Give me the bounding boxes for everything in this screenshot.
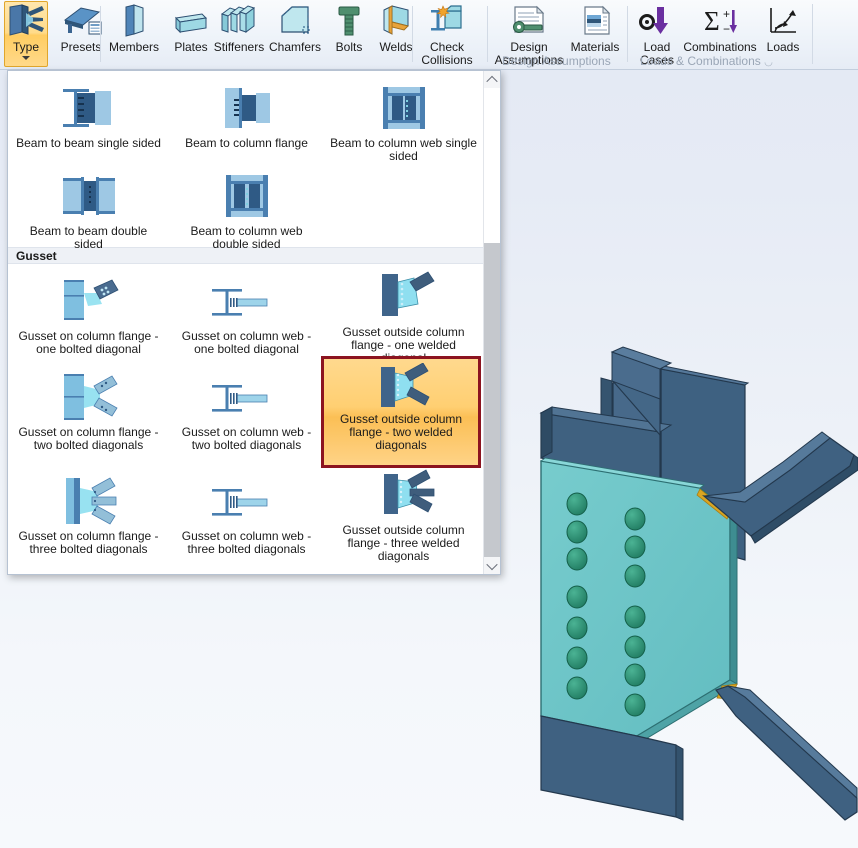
gallery-item-label: Gusset on column flange - two bolted dia… bbox=[18, 425, 159, 453]
connection-type-gallery-dropdown[interactable]: Beam to beam single sided Beam to column… bbox=[7, 70, 501, 575]
check-collisions-icon bbox=[425, 2, 469, 38]
svg-text:−: − bbox=[723, 22, 730, 36]
gallery-item-label: Gusset on column web - one bolted diagon… bbox=[181, 329, 312, 357]
ribbon-label-loads: Loads bbox=[766, 40, 800, 54]
load-cases-icon bbox=[636, 2, 678, 38]
gallery-item-label: Gusset outside column flange - three wel… bbox=[342, 523, 465, 564]
chevron-down-icon[interactable] bbox=[22, 55, 30, 60]
stiffeners-icon bbox=[218, 2, 260, 38]
materials-icon bbox=[575, 2, 615, 38]
gusset-column-web-one-bolted-icon bbox=[204, 274, 290, 328]
gallery-item-gusset-column-web-one-bolted[interactable]: Gusset on column web - one bolted diagon… bbox=[171, 268, 322, 356]
gusset-column-web-two-bolted-icon bbox=[204, 370, 290, 424]
ribbon-separator bbox=[100, 6, 101, 62]
scroll-down-button[interactable] bbox=[484, 557, 500, 574]
gallery-item-label: Gusset on column web - two bolted diagon… bbox=[181, 425, 312, 453]
ribbon-button-members[interactable]: Members bbox=[103, 2, 165, 66]
gallery-item-gusset-outside-flange-three-welded[interactable]: Gusset outside column flange - three wel… bbox=[328, 462, 479, 564]
chamfers-icon bbox=[276, 2, 314, 38]
presets-icon bbox=[59, 2, 103, 38]
gusset-column-web-three-bolted-icon bbox=[204, 474, 290, 528]
weld-icon bbox=[378, 2, 414, 38]
combinations-icon: Σ + − bbox=[696, 2, 744, 38]
gallery-item-label: Beam to beam double sided bbox=[29, 224, 148, 252]
gallery-items-container: Beam to beam single sided Beam to column… bbox=[8, 71, 483, 574]
plates-icon bbox=[172, 2, 210, 38]
gallery-item-gusset-column-web-two-bolted[interactable]: Gusset on column web - two bolted diagon… bbox=[171, 364, 322, 452]
loads-icon bbox=[763, 2, 803, 38]
connection-type-icon bbox=[6, 2, 46, 38]
gallery-item-beam-to-column-web-single-sided[interactable]: Beam to column web single sided bbox=[328, 75, 479, 163]
gallery-item-beam-to-beam-single-sided[interactable]: Beam to beam single sided bbox=[13, 75, 164, 150]
dialog-launcher-icon[interactable]: ◡ bbox=[764, 57, 773, 68]
ribbon-separator bbox=[812, 4, 813, 64]
ribbon-label-type: Type bbox=[12, 40, 39, 54]
design-assumptions-icon bbox=[505, 2, 553, 38]
ribbon-group-label-loads-combinations: Loads & Combinations ◡ bbox=[640, 54, 773, 68]
gusset-outside-flange-one-welded-icon bbox=[366, 270, 442, 324]
ribbon-button-stiffeners[interactable]: Stiffeners bbox=[208, 2, 270, 66]
members-icon bbox=[116, 2, 152, 38]
beam-to-column-flange-icon bbox=[213, 81, 281, 135]
gallery-item-gusset-column-flange-one-bolted[interactable]: Gusset on column flange - one bolted dia… bbox=[13, 268, 164, 356]
gallery-item-label: Beam to column web single sided bbox=[330, 136, 477, 164]
gallery-item-beam-to-column-flange[interactable]: Beam to column flange bbox=[171, 75, 322, 150]
beam-to-beam-single-sided-icon bbox=[55, 81, 123, 135]
gallery-item-beam-to-beam-double-sided[interactable]: Beam to beam double sided bbox=[13, 163, 164, 251]
ribbon-label-check-collisions: Check Collisions bbox=[421, 40, 473, 67]
gallery-item-gusset-column-flange-two-bolted[interactable]: Gusset on column flange - two bolted dia… bbox=[13, 364, 164, 452]
svg-text:Σ: Σ bbox=[704, 6, 720, 36]
gallery-section-shear: Beam to beam single sided Beam to column… bbox=[8, 71, 483, 251]
gallery-item-gusset-outside-flange-two-welded[interactable]: Gusset outside column flange - two welde… bbox=[321, 356, 481, 468]
gallery-section-gusset: Gusset on column flange - one bolted dia… bbox=[8, 264, 483, 574]
svg-text:+: + bbox=[723, 7, 730, 21]
gallery-item-gusset-column-web-three-bolted[interactable]: Gusset on column web - three bolted diag… bbox=[171, 468, 322, 556]
beam-to-column-web-single-sided-icon bbox=[370, 81, 438, 135]
chevron-down-icon bbox=[486, 558, 498, 570]
gallery-item-beam-to-column-web-double-sided[interactable]: Beam to column web double sided bbox=[171, 163, 322, 251]
scrollbar-track[interactable] bbox=[484, 243, 500, 557]
chevron-up-icon bbox=[486, 75, 498, 87]
gallery-item-label: Gusset on column flange - three bolted d… bbox=[18, 529, 159, 557]
ribbon-button-chamfers[interactable]: Chamfers bbox=[264, 2, 326, 66]
gusset-column-flange-three-bolted-icon bbox=[50, 474, 128, 528]
gusset-outside-flange-two-welded-icon bbox=[363, 363, 439, 411]
gallery-item-label: Gusset on column flange - one bolted dia… bbox=[18, 329, 159, 357]
gallery-item-gusset-outside-flange-one-welded[interactable]: Gusset outside column flange - one welde… bbox=[328, 264, 479, 366]
scrollbar-thumb[interactable] bbox=[484, 88, 500, 243]
scroll-up-button[interactable] bbox=[484, 71, 500, 88]
group-label-text: Loads & Combinations bbox=[640, 54, 761, 68]
beam-to-beam-double-sided-icon bbox=[55, 169, 123, 223]
bolt-icon bbox=[334, 2, 364, 38]
ribbon-group-label-design-assumptions: Design Assumptions bbox=[502, 54, 611, 68]
gallery-scrollbar[interactable] bbox=[483, 71, 500, 574]
gallery-item-gusset-column-flange-three-bolted[interactable]: Gusset on column flange - three bolted d… bbox=[13, 468, 164, 556]
ribbon-button-check-collisions[interactable]: Check Collisions bbox=[412, 2, 482, 66]
gusset-column-flange-one-bolted-icon bbox=[50, 274, 128, 328]
gallery-item-label: Beam to column web double sided bbox=[190, 224, 303, 252]
gusset-outside-flange-three-welded-icon bbox=[366, 468, 442, 522]
gallery-item-label: Beam to column flange bbox=[185, 136, 308, 150]
beam-to-column-web-double-sided-icon bbox=[213, 169, 281, 223]
gusset-column-flange-two-bolted-icon bbox=[50, 370, 128, 424]
gallery-item-label: Beam to beam single sided bbox=[16, 136, 161, 150]
ribbon-button-type[interactable]: Type bbox=[4, 1, 48, 67]
gallery-item-label: Gusset outside column flange - two welde… bbox=[339, 412, 463, 453]
gallery-item-label: Gusset on column web - three bolted diag… bbox=[181, 529, 312, 557]
ribbon-toolbar: Type Presets Members Plates Stiffeners C… bbox=[0, 0, 858, 70]
